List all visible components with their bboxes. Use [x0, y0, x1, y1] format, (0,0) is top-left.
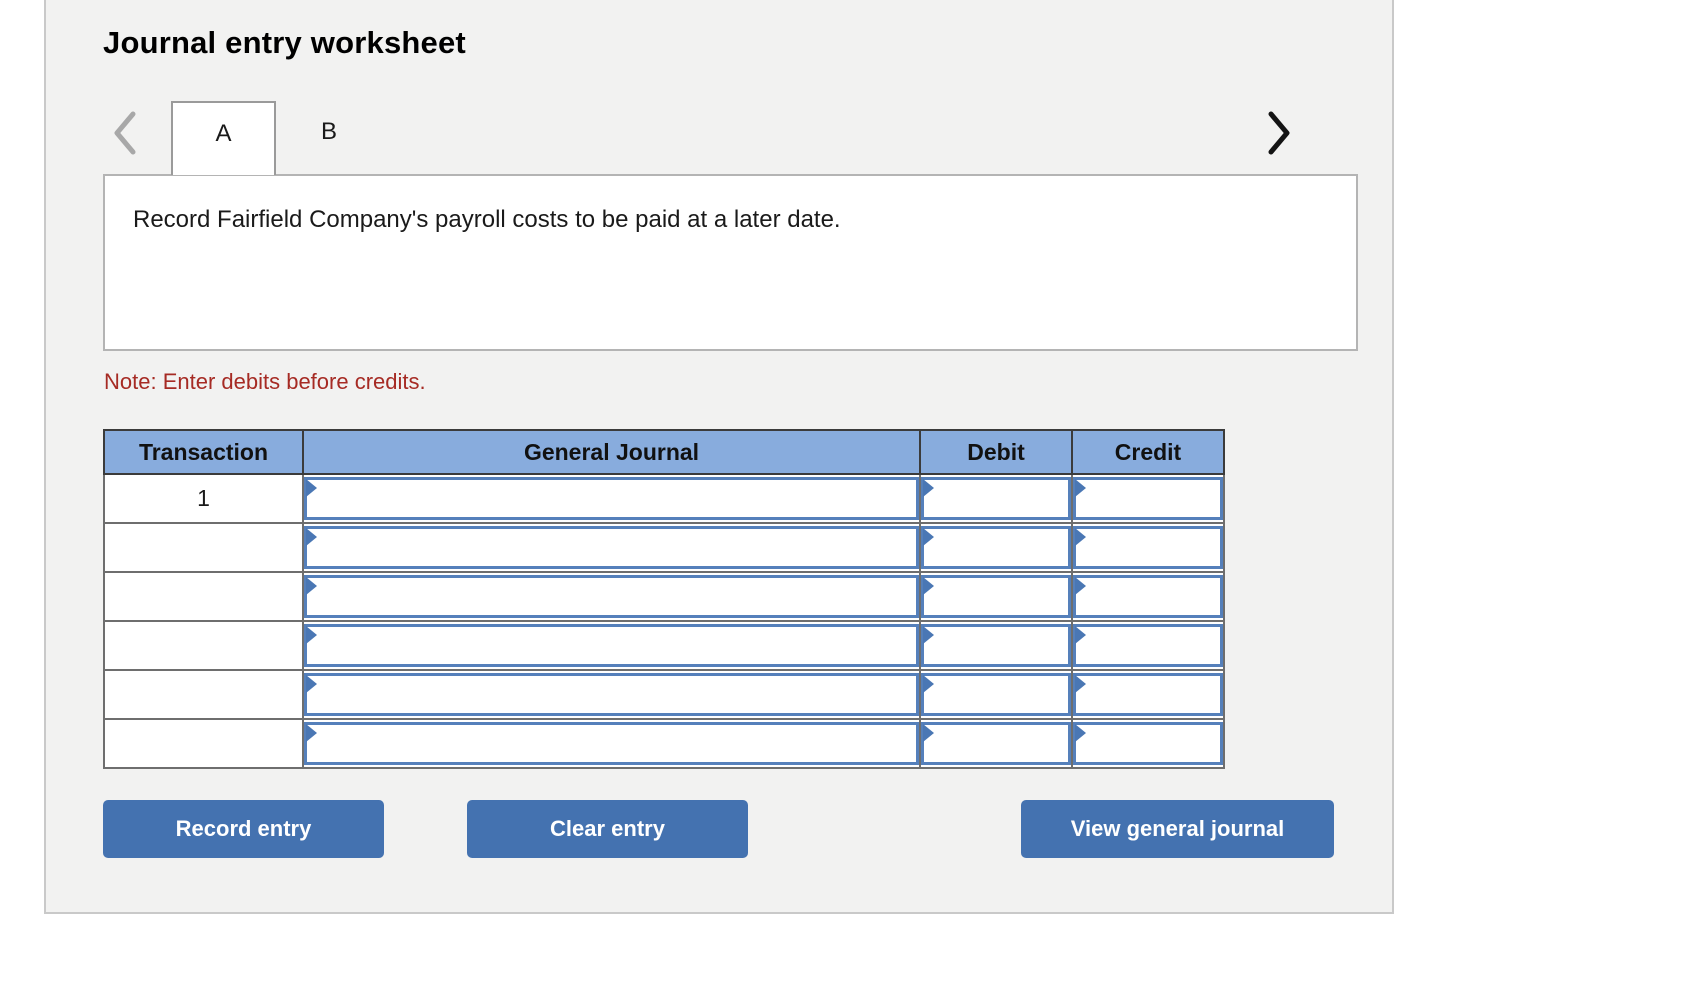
- transaction-number-cell: 1: [103, 473, 304, 524]
- column-header-debit: Debit: [919, 429, 1073, 475]
- debit-amount-input[interactable]: [921, 477, 1071, 520]
- tab-a-label: A: [215, 120, 232, 147]
- chevron-left-icon[interactable]: [105, 102, 149, 164]
- dropdown-triangle-icon: [923, 626, 934, 644]
- account-select-input[interactable]: [304, 722, 919, 765]
- dropdown-triangle-icon: [1075, 724, 1086, 742]
- dropdown-triangle-icon: [306, 528, 317, 546]
- credit-amount-input[interactable]: [1073, 673, 1223, 716]
- column-header-transaction: Transaction: [103, 429, 304, 475]
- table-row: [103, 669, 1225, 720]
- credit-amount-input[interactable]: [1073, 624, 1223, 667]
- account-select-input[interactable]: [304, 526, 919, 569]
- account-select-input[interactable]: [304, 624, 919, 667]
- tab-b[interactable]: B: [293, 101, 365, 175]
- debit-cell[interactable]: [919, 473, 1073, 524]
- debits-before-credits-note: Note: Enter debits before credits.: [104, 369, 426, 394]
- record-entry-button[interactable]: Record entry: [103, 800, 384, 858]
- credit-amount-input[interactable]: [1073, 722, 1223, 765]
- general-journal-cell[interactable]: [302, 718, 921, 769]
- credit-amount-input[interactable]: [1073, 477, 1223, 520]
- table-row: [103, 522, 1225, 573]
- general-journal-cell[interactable]: [302, 571, 921, 622]
- table-row: [103, 718, 1225, 769]
- dropdown-triangle-icon: [306, 724, 317, 742]
- dropdown-triangle-icon: [1075, 675, 1086, 693]
- debit-cell[interactable]: [919, 522, 1073, 573]
- column-header-credit: Credit: [1071, 429, 1225, 475]
- page-title: Journal entry worksheet: [103, 25, 466, 60]
- journal-entry-panel: Journal entry worksheet A B Record Fairf…: [44, 0, 1394, 914]
- screenshot-root: Journal entry worksheet A B Record Fairf…: [0, 0, 1696, 982]
- chevron-right-icon[interactable]: [1255, 102, 1299, 164]
- journal-entry-table: Transaction General Journal Debit Credit…: [103, 429, 1225, 769]
- debit-amount-input[interactable]: [921, 722, 1071, 765]
- debit-amount-input[interactable]: [921, 624, 1071, 667]
- transaction-number-cell: [103, 669, 304, 720]
- general-journal-cell[interactable]: [302, 473, 921, 524]
- dropdown-triangle-icon: [306, 626, 317, 644]
- credit-cell[interactable]: [1071, 620, 1225, 671]
- dropdown-triangle-icon: [1075, 577, 1086, 595]
- account-select-input[interactable]: [304, 477, 919, 520]
- dropdown-triangle-icon: [923, 675, 934, 693]
- transaction-number-cell: [103, 571, 304, 622]
- dropdown-triangle-icon: [1075, 528, 1086, 546]
- tab-a[interactable]: A: [171, 101, 276, 175]
- transaction-description-text: Record Fairfield Company's payroll costs…: [133, 206, 841, 233]
- table-header-row: Transaction General Journal Debit Credit: [103, 429, 1225, 475]
- tab-strip: A B: [103, 96, 1358, 175]
- account-select-input[interactable]: [304, 673, 919, 716]
- general-journal-cell[interactable]: [302, 522, 921, 573]
- account-select-input[interactable]: [304, 575, 919, 618]
- credit-amount-input[interactable]: [1073, 575, 1223, 618]
- table-row: [103, 571, 1225, 622]
- general-journal-cell[interactable]: [302, 620, 921, 671]
- credit-cell[interactable]: [1071, 718, 1225, 769]
- clear-entry-button[interactable]: Clear entry: [467, 800, 748, 858]
- credit-cell[interactable]: [1071, 571, 1225, 622]
- dropdown-triangle-icon: [923, 577, 934, 595]
- credit-cell[interactable]: [1071, 669, 1225, 720]
- debit-amount-input[interactable]: [921, 575, 1071, 618]
- dropdown-triangle-icon: [923, 479, 934, 497]
- debit-cell[interactable]: [919, 718, 1073, 769]
- transaction-number-cell: [103, 522, 304, 573]
- general-journal-cell[interactable]: [302, 669, 921, 720]
- table-row: 1: [103, 473, 1225, 524]
- debit-amount-input[interactable]: [921, 526, 1071, 569]
- tab-b-label: B: [320, 118, 337, 145]
- dropdown-triangle-icon: [1075, 479, 1086, 497]
- credit-cell[interactable]: [1071, 522, 1225, 573]
- credit-cell[interactable]: [1071, 473, 1225, 524]
- table-row: [103, 620, 1225, 671]
- credit-amount-input[interactable]: [1073, 526, 1223, 569]
- view-general-journal-button[interactable]: View general journal: [1021, 800, 1334, 858]
- dropdown-triangle-icon: [306, 577, 317, 595]
- dropdown-triangle-icon: [923, 724, 934, 742]
- debit-cell[interactable]: [919, 669, 1073, 720]
- dropdown-triangle-icon: [923, 528, 934, 546]
- debit-cell[interactable]: [919, 620, 1073, 671]
- column-header-general-journal: General Journal: [302, 429, 921, 475]
- debit-cell[interactable]: [919, 571, 1073, 622]
- debit-amount-input[interactable]: [921, 673, 1071, 716]
- transaction-number-cell: [103, 718, 304, 769]
- transaction-number-cell: [103, 620, 304, 671]
- transaction-description-box: Record Fairfield Company's payroll costs…: [103, 174, 1358, 351]
- dropdown-triangle-icon: [306, 479, 317, 497]
- dropdown-triangle-icon: [1075, 626, 1086, 644]
- dropdown-triangle-icon: [306, 675, 317, 693]
